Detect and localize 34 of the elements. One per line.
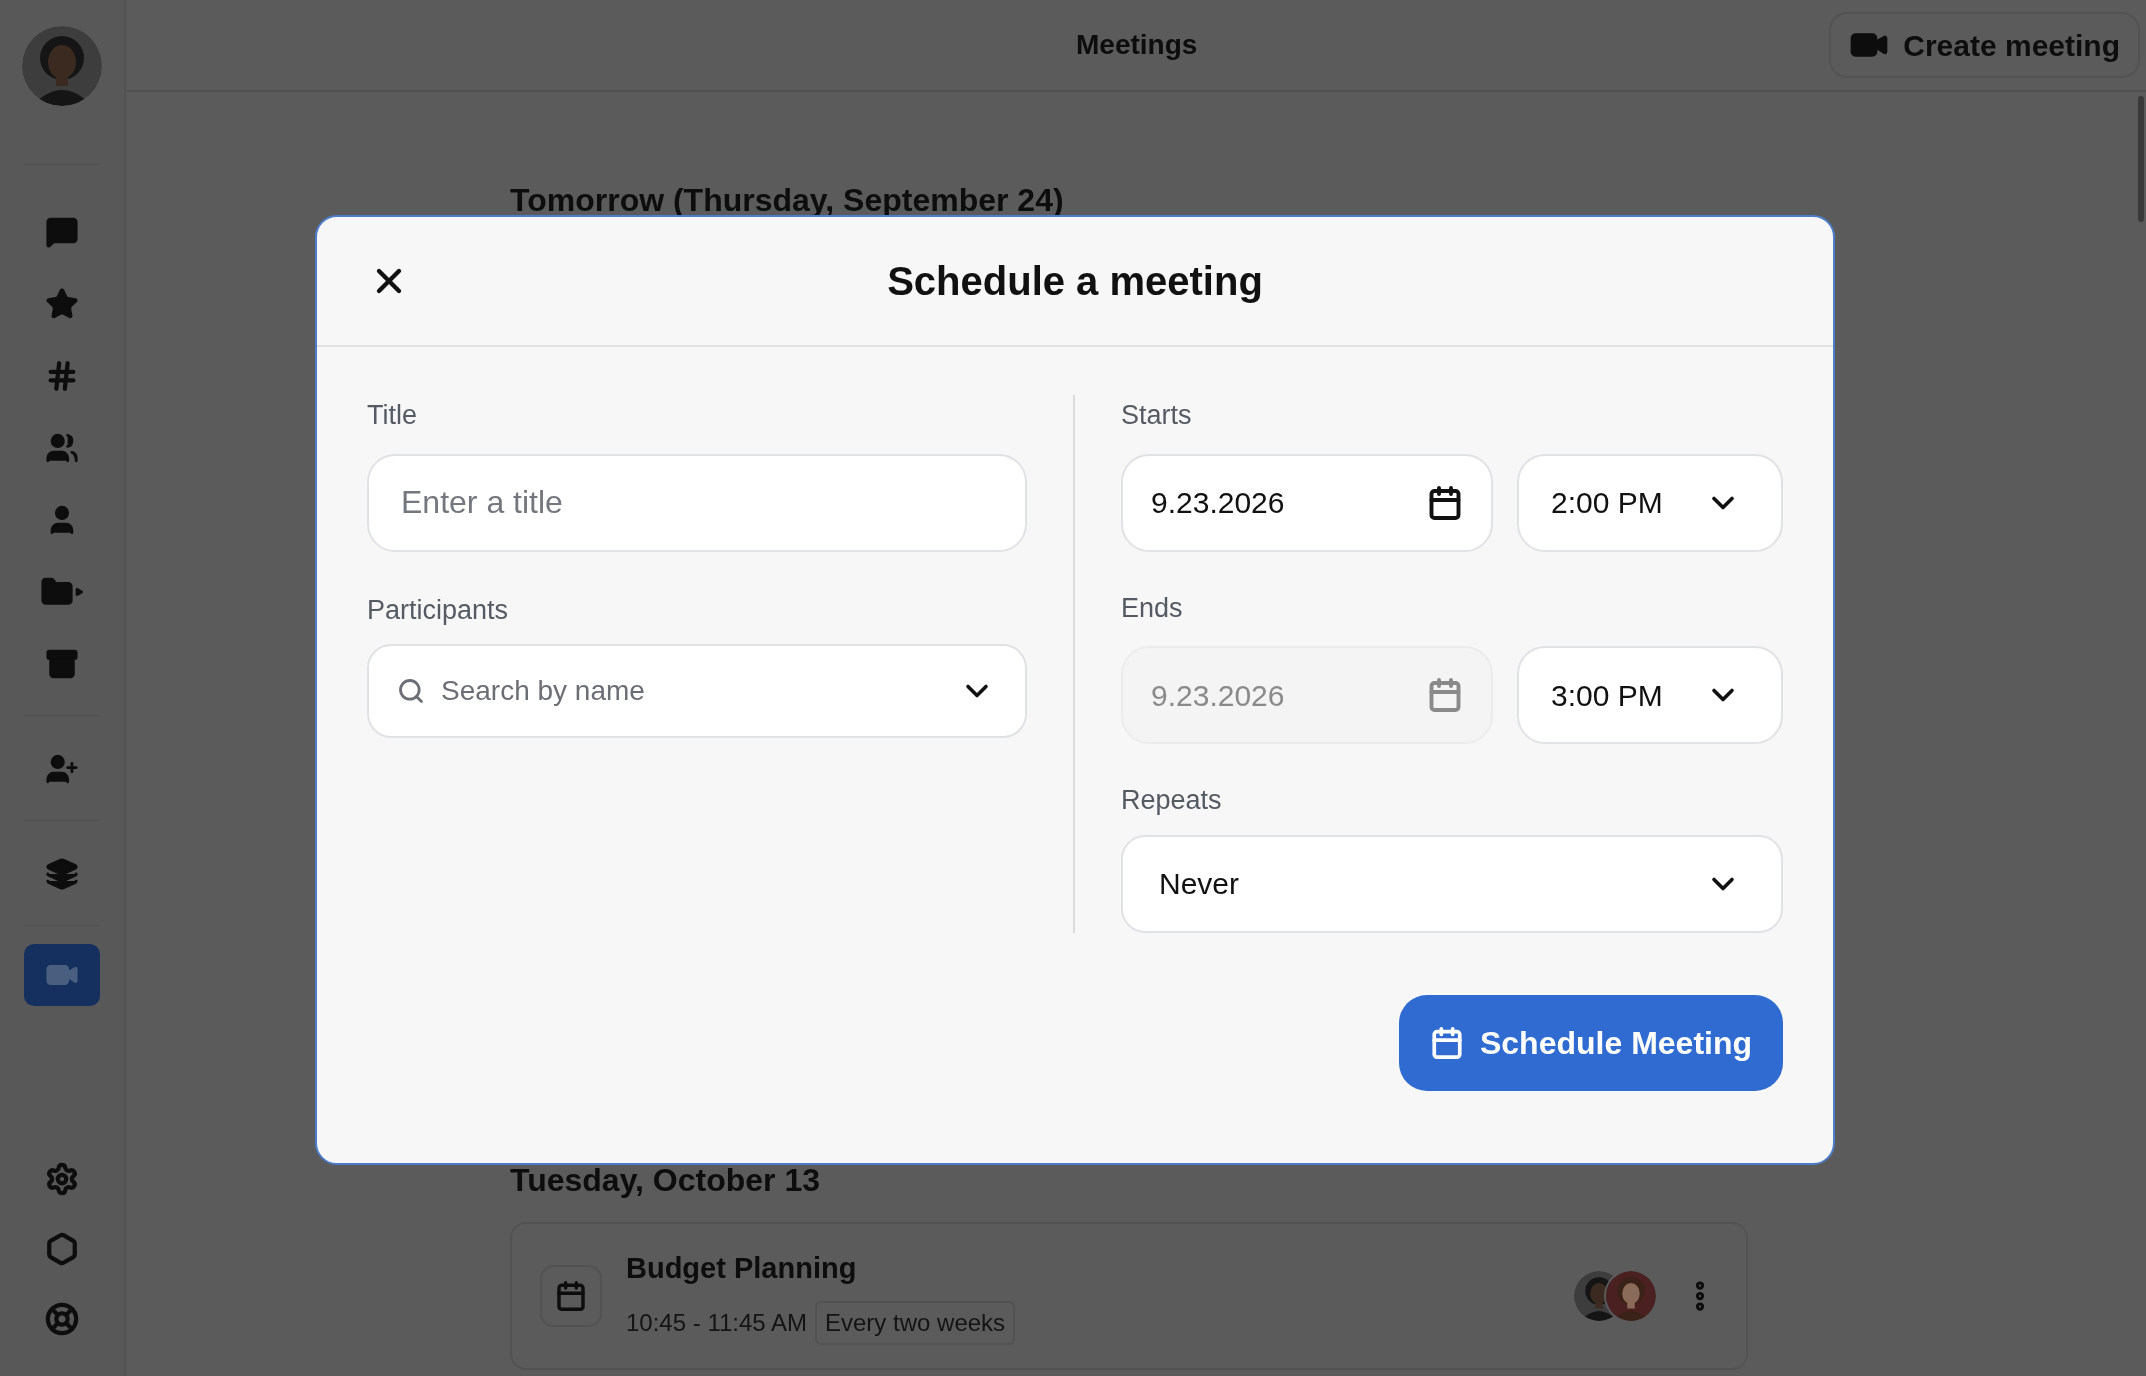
field-label: Ends bbox=[1121, 591, 1184, 625]
date-heading: Tuesday, October 13 bbox=[510, 1161, 822, 1200]
meeting-time: 10:45 - 11:45 AM bbox=[626, 1307, 807, 1338]
hexagon-icon[interactable] bbox=[45, 1232, 79, 1266]
field-label: Title bbox=[367, 399, 418, 432]
calendar-icon bbox=[540, 1265, 602, 1327]
page-title: Meetings bbox=[1076, 28, 1198, 62]
nav-item[interactable] bbox=[24, 944, 100, 1006]
star-icon[interactable] bbox=[45, 287, 79, 321]
dialog-title: Schedule a meeting bbox=[887, 258, 1263, 305]
time-select[interactable]: 3:00 PM bbox=[1517, 646, 1783, 744]
archive-icon[interactable] bbox=[45, 647, 79, 681]
meeting-title: Budget Planning bbox=[626, 1251, 858, 1287]
participants-search-field[interactable]: Search by name bbox=[367, 644, 1027, 738]
lifebuoy-icon[interactable] bbox=[45, 1302, 79, 1336]
time-select[interactable]: 2:00 PM bbox=[1517, 453, 1783, 552]
title-input[interactable]: Enter a title bbox=[367, 453, 1027, 552]
calendar-icon bbox=[1429, 1026, 1464, 1060]
field-label: Starts bbox=[1121, 399, 1193, 432]
chat-icon[interactable] bbox=[45, 215, 79, 249]
field-label: Participants bbox=[367, 593, 510, 627]
date-heading: Tomorrow (Thursday, September 24) bbox=[510, 181, 1065, 220]
settings-icon[interactable] bbox=[45, 1162, 79, 1196]
date-field[interactable]: 9.23.2026 bbox=[1121, 453, 1493, 552]
repeats-select[interactable]: Never bbox=[1121, 834, 1783, 933]
calendar-icon[interactable] bbox=[1427, 484, 1463, 521]
recurrence-tag: Every two weeks bbox=[815, 1300, 1016, 1345]
search-icon bbox=[397, 677, 425, 705]
scrollbar-thumb[interactable] bbox=[2138, 96, 2144, 222]
field-label: Repeats bbox=[1121, 784, 1223, 817]
stack-icon[interactable] bbox=[45, 857, 79, 891]
add-person-icon[interactable] bbox=[45, 752, 79, 786]
group-icon[interactable] bbox=[45, 431, 79, 465]
schedule-meeting-button[interactable]: Schedule Meeting bbox=[1399, 995, 1783, 1091]
